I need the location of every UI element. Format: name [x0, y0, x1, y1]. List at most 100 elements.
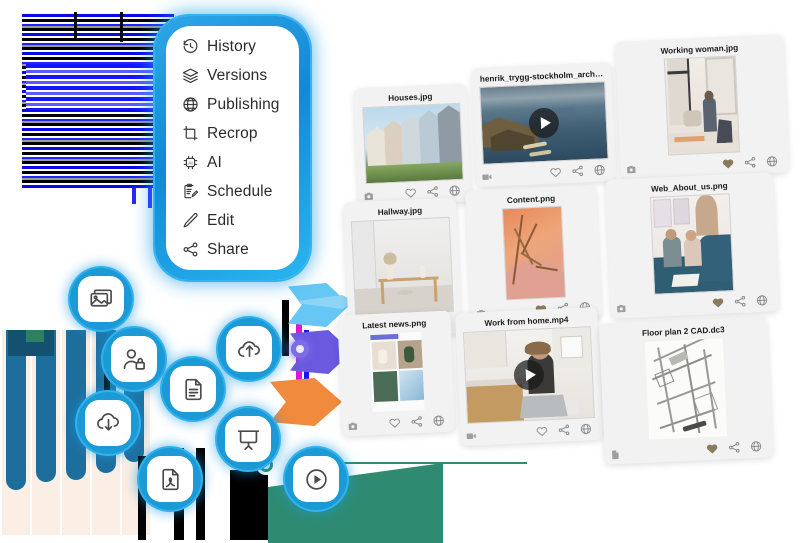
file-card[interactable]: Houses.jpg	[353, 83, 472, 207]
file-name: Working woman.jpg	[660, 43, 739, 56]
file-thumbnail[interactable]	[361, 102, 464, 185]
globe-icon[interactable]	[432, 414, 446, 428]
card-actions[interactable]	[705, 440, 763, 456]
like-icon[interactable]	[388, 416, 402, 430]
file-card[interactable]: henrik_trygg-stockholm_archipelago-783..…	[471, 61, 617, 188]
like-icon[interactable]	[705, 442, 719, 456]
menu-item-share[interactable]: Share	[182, 237, 299, 263]
file-thumbnail[interactable]	[501, 205, 566, 301]
app-canvas: History Versions Publishing Recrop AI AI…	[0, 0, 800, 543]
document-icon	[610, 447, 621, 460]
share-icon[interactable]	[410, 415, 424, 429]
connector-purple-dot-inner	[296, 345, 304, 353]
file-thumbnail[interactable]	[367, 330, 426, 414]
cloud-upload-badge[interactable]	[215, 315, 283, 383]
file-thumbnail[interactable]	[350, 216, 455, 317]
file-grid: Houses.jpg henrik_trygg-stockholm_archip…	[330, 8, 800, 528]
layers-icon	[182, 67, 199, 84]
video-icon	[465, 428, 476, 440]
pdf-badge[interactable]	[136, 445, 204, 513]
menu-item-publishing[interactable]: Publishing	[182, 92, 299, 118]
like-icon[interactable]	[535, 424, 549, 438]
menu-item-versions[interactable]: Versions	[182, 63, 299, 89]
globe-icon[interactable]	[593, 163, 607, 177]
decorative-green-tip	[26, 330, 44, 342]
svg-text:AI: AI	[188, 160, 193, 165]
menu-item-ai[interactable]: AI AI	[182, 150, 299, 176]
glitch-block-f	[282, 300, 289, 356]
share-icon[interactable]	[557, 423, 571, 437]
share-icon[interactable]	[426, 185, 440, 199]
file-thumbnail[interactable]	[663, 55, 741, 156]
file-thumbnail[interactable]	[643, 337, 729, 441]
cloud-download-icon	[96, 412, 119, 431]
file-card[interactable]: Working woman.jpg	[614, 34, 790, 180]
card-actions[interactable]	[549, 163, 607, 179]
share-icon[interactable]	[733, 295, 747, 309]
menu-item-label: AI	[207, 153, 222, 171]
menu-item-history[interactable]: History	[182, 34, 299, 60]
file-card[interactable]: Latest news.png	[337, 310, 456, 437]
like-icon[interactable]	[549, 165, 563, 179]
card-actions[interactable]	[535, 422, 593, 438]
crop-icon	[182, 125, 199, 142]
card-actions[interactable]	[388, 414, 446, 430]
glitch-bar-3	[148, 186, 152, 208]
globe-icon[interactable]	[448, 184, 462, 198]
share-icon[interactable]	[743, 156, 757, 170]
pdf-badge-inner	[147, 456, 193, 502]
card-actions[interactable]	[711, 294, 769, 310]
file-card[interactable]: Work from home.mp4	[455, 306, 603, 447]
file-card[interactable]: Web_About_us.png	[604, 172, 780, 319]
file-name: Houses.jpg	[388, 92, 433, 104]
file-card[interactable]: Floor plan 2 CAD.dc3	[598, 316, 774, 465]
share-icon[interactable]	[571, 164, 585, 178]
camera-icon	[615, 301, 626, 313]
glitch-bar-2	[120, 12, 123, 42]
video-icon	[481, 169, 492, 181]
camera-icon	[347, 419, 358, 431]
share-icon[interactable]	[727, 441, 741, 455]
menu-item-label: History	[207, 37, 256, 55]
file-thumbnail[interactable]	[649, 193, 735, 295]
like-icon[interactable]	[711, 296, 725, 310]
document-badge[interactable]	[159, 355, 227, 423]
menu-item-schedule[interactable]: Schedule	[182, 179, 299, 205]
image-badge[interactable]	[67, 265, 135, 333]
like-icon[interactable]	[721, 157, 735, 171]
menu-item-label: Versions	[207, 66, 268, 84]
file-card[interactable]: Content.png	[465, 185, 602, 324]
file-name: Web_About_us.png	[650, 181, 728, 194]
file-name: Floor plan 2 CAD.dc3	[641, 325, 725, 338]
menu-item-label: Edit	[207, 211, 235, 229]
menu-item-edit[interactable]: Edit	[182, 208, 299, 234]
presentation-badge[interactable]	[214, 405, 282, 473]
glitch-block-c	[196, 448, 205, 540]
context-menu[interactable]: History Versions Publishing Recrop AI AI…	[166, 26, 299, 270]
globe-icon[interactable]	[749, 440, 763, 454]
user-permissions-badge-inner	[111, 336, 157, 382]
cloud-download-badge[interactable]	[74, 389, 142, 457]
document-icon	[184, 378, 202, 400]
glitch-block-d	[230, 470, 268, 540]
globe-icon[interactable]	[755, 294, 769, 308]
glitch-bar-1	[74, 12, 77, 40]
menu-item-label: Publishing	[207, 95, 280, 113]
file-thumbnail[interactable]	[479, 81, 609, 165]
globe-icon	[182, 96, 199, 113]
file-name: Work from home.mp4	[484, 315, 569, 328]
menu-item-recrop[interactable]: Recrop	[182, 121, 299, 147]
camera-icon	[363, 189, 374, 201]
presentation-screen-icon	[237, 429, 259, 450]
card-actions[interactable]	[404, 184, 462, 200]
presentation-badge-inner	[225, 416, 271, 462]
globe-icon[interactable]	[765, 155, 779, 169]
user-permissions-badge[interactable]	[100, 325, 168, 393]
like-icon[interactable]	[404, 186, 418, 200]
menu-item-label: Recrop	[207, 124, 258, 142]
menu-item-label: Schedule	[207, 182, 273, 200]
file-thumbnail[interactable]	[462, 326, 595, 424]
globe-icon[interactable]	[579, 422, 593, 436]
card-actions[interactable]	[721, 155, 779, 171]
file-name: Latest news.png	[362, 318, 427, 331]
